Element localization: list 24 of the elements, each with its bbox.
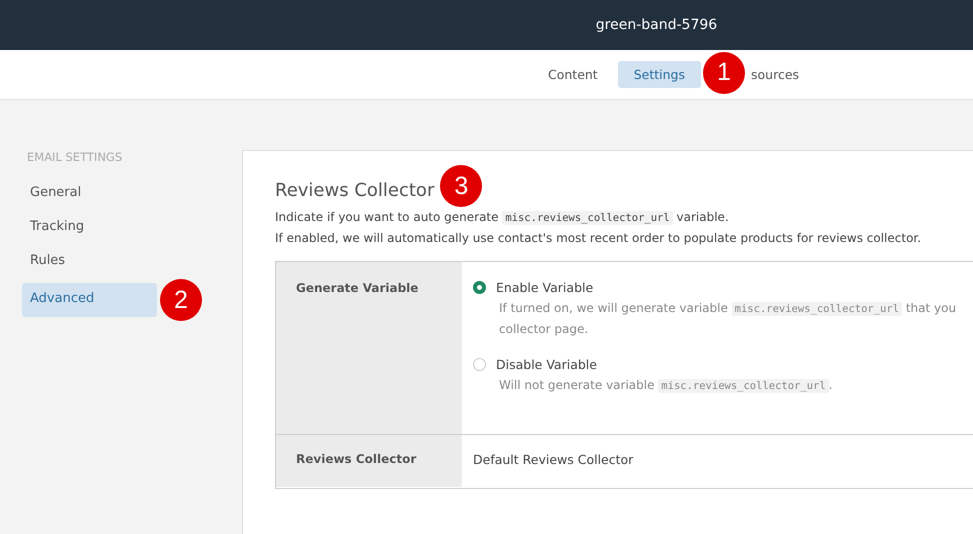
number-badge: 2: [160, 279, 202, 321]
number-badge: 3: [440, 165, 482, 207]
radio-button[interactable]: [473, 358, 486, 371]
sidebar-item[interactable]: Tracking: [22, 211, 162, 245]
option-hint: Will not generate variable misc.reviews_collector_url .: [499, 377, 834, 395]
sidebar-item[interactable]: Rules: [22, 245, 162, 279]
radio-button[interactable]: [473, 281, 486, 294]
number-badge: 1: [703, 52, 745, 94]
sidebar-heading: EMAIL SETTINGS: [26, 150, 124, 164]
row-label: Reviews Collector: [276, 435, 462, 487]
site-title: green-band-5796: [596, 17, 718, 33]
description-text: If enabled, we will automatically use contact's most recent order to populate products for reviews collector.: [275, 230, 922, 246]
section-title: Reviews Collector: [275, 180, 434, 200]
tab[interactable]: sources: [749, 61, 816, 88]
option-label[interactable]: Enable Variable: [496, 280, 594, 295]
row-value: Default Reviews Collector: [473, 452, 634, 467]
sidebar-item[interactable]: General: [22, 177, 162, 211]
row-label: Generate Variable: [276, 262, 462, 434]
tab[interactable]: Settings: [618, 61, 701, 88]
tab[interactable]: Content: [532, 61, 614, 88]
option-label[interactable]: Disable Variable: [496, 357, 597, 372]
sidebar-item[interactable]: Advanced: [22, 283, 157, 317]
option-hint: If turned on, we will generate variable misc.reviews_collector_url that you collector page.: [499, 300, 958, 338]
description-text: Indicate if you want to auto generate misc.reviews_collector_url variable.: [275, 209, 730, 226]
